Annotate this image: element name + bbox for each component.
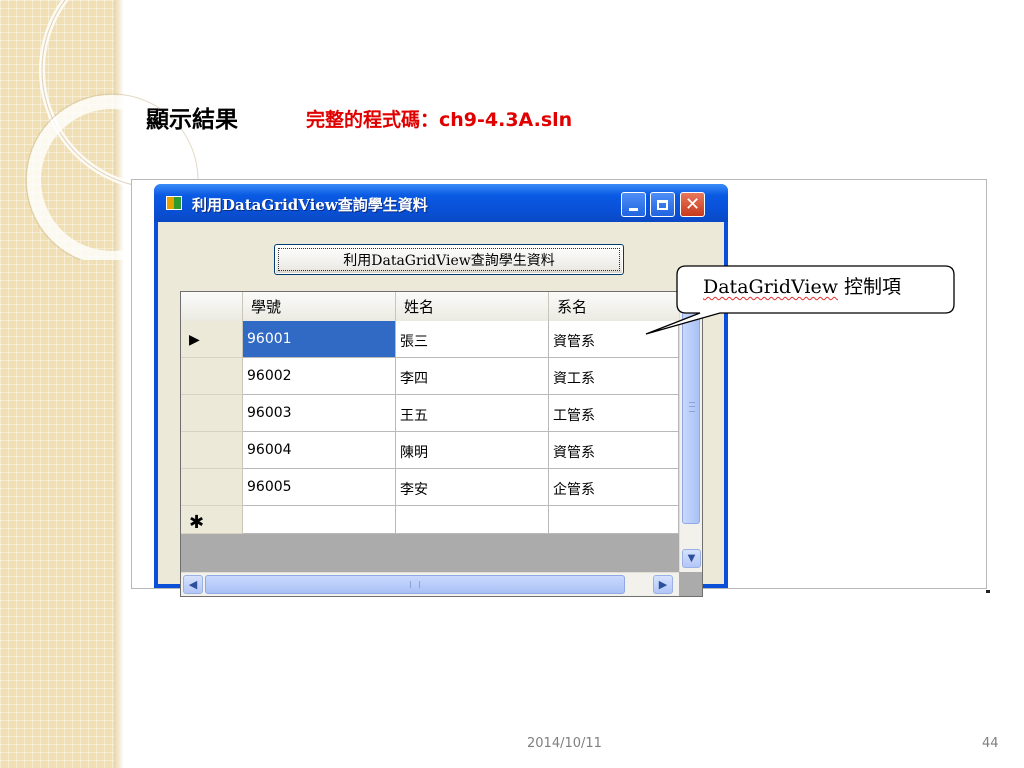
grid-corner-cell[interactable] [181, 292, 243, 321]
callout-label-latin: DataGridView [703, 276, 838, 298]
maximize-icon [657, 199, 668, 210]
grid-cell-empty[interactable] [396, 506, 549, 534]
row-header-current[interactable]: ▶ [181, 321, 243, 358]
grid-cell[interactable]: 96002 [243, 358, 396, 395]
table-row[interactable]: 96003 王五 工管系 [181, 395, 679, 432]
scroll-left-button[interactable]: ◀ [183, 575, 203, 594]
table-row[interactable]: 96002 李四 資工系 [181, 358, 679, 395]
grid-body: ▶ 96001 張三 資管系 96002 李四 資工系 96003 王五 工管系 [181, 321, 679, 534]
data-grid-view[interactable]: 學號 姓名 系名 ▶ 96001 張三 資管系 96002 李四 資工系 960… [180, 291, 703, 597]
table-row[interactable]: 96004 陳明 資管系 [181, 432, 679, 469]
row-header[interactable] [181, 358, 243, 395]
minimize-icon [629, 207, 638, 211]
callout-label-cjk: 控制項 [838, 276, 902, 298]
grip-icon [689, 402, 695, 412]
chevron-right-icon: ▶ [658, 578, 668, 591]
chevron-down-icon: ▼ [687, 553, 696, 564]
grid-cell[interactable]: 96003 [243, 395, 396, 432]
grid-cell[interactable]: 張三 [396, 321, 549, 358]
minimize-button[interactable] [621, 192, 646, 217]
table-row[interactable]: ▶ 96001 張三 資管系 [181, 321, 679, 358]
grid-cell[interactable]: 資管系 [549, 432, 679, 469]
slide-title: 顯示結果 [146, 107, 238, 133]
scroll-right-button[interactable]: ▶ [653, 575, 673, 594]
window-title: 利用DataGridView查詢學生資料 [192, 196, 428, 214]
maximize-button[interactable] [650, 192, 675, 217]
grid-cell[interactable]: 96004 [243, 432, 396, 469]
column-header-id[interactable]: 學號 [243, 292, 396, 321]
grid-cell[interactable]: 李四 [396, 358, 549, 395]
table-row[interactable]: 96005 李安 企管系 [181, 469, 679, 506]
grid-cell[interactable]: 李安 [396, 469, 549, 506]
footer-date: 2014/10/11 [527, 736, 602, 751]
app-window: 利用DataGridView查詢學生資料 ✕ 利用DataGridView查詢學… [154, 184, 728, 597]
window-titlebar[interactable]: 利用DataGridView查詢學生資料 ✕ [154, 184, 728, 222]
new-row[interactable]: ✱ [181, 506, 679, 534]
row-header-new[interactable]: ✱ [181, 506, 243, 534]
page-number: 44 [982, 736, 999, 751]
slide-subtitle: 完整的程式碼：ch9-4.3A.sln [306, 109, 573, 131]
row-header[interactable] [181, 395, 243, 432]
row-header[interactable] [181, 432, 243, 469]
grid-cell[interactable]: 工管系 [549, 395, 679, 432]
chevron-left-icon: ◀ [188, 578, 198, 591]
horizontal-scrollbar[interactable]: ◀ ▶ [181, 572, 679, 596]
horizontal-scroll-thumb[interactable] [205, 575, 625, 594]
close-icon: ✕ [684, 194, 701, 215]
grid-cell[interactable]: 96005 [243, 469, 396, 506]
grid-cell[interactable]: 王五 [396, 395, 549, 432]
grid-cell[interactable]: 96001 [243, 321, 396, 358]
grip-icon [410, 581, 420, 588]
column-header-name[interactable]: 姓名 [396, 292, 549, 321]
grid-cell[interactable]: 企管系 [549, 469, 679, 506]
app-icon [166, 196, 182, 210]
grid-cell[interactable]: 資工系 [549, 358, 679, 395]
grid-header: 學號 姓名 系名 [181, 292, 679, 322]
close-button[interactable]: ✕ [680, 192, 705, 217]
grid-cell[interactable]: 陳明 [396, 432, 549, 469]
grid-cell-empty[interactable] [549, 506, 679, 534]
grid-cell-empty[interactable] [243, 506, 396, 534]
query-button[interactable]: 利用DataGridView查詢學生資料 [274, 244, 624, 275]
callout-label: DataGridView 控制項 [703, 272, 901, 299]
scroll-down-button[interactable]: ▼ [682, 549, 701, 568]
row-header[interactable] [181, 469, 243, 506]
frame-corner-mark [986, 590, 990, 593]
